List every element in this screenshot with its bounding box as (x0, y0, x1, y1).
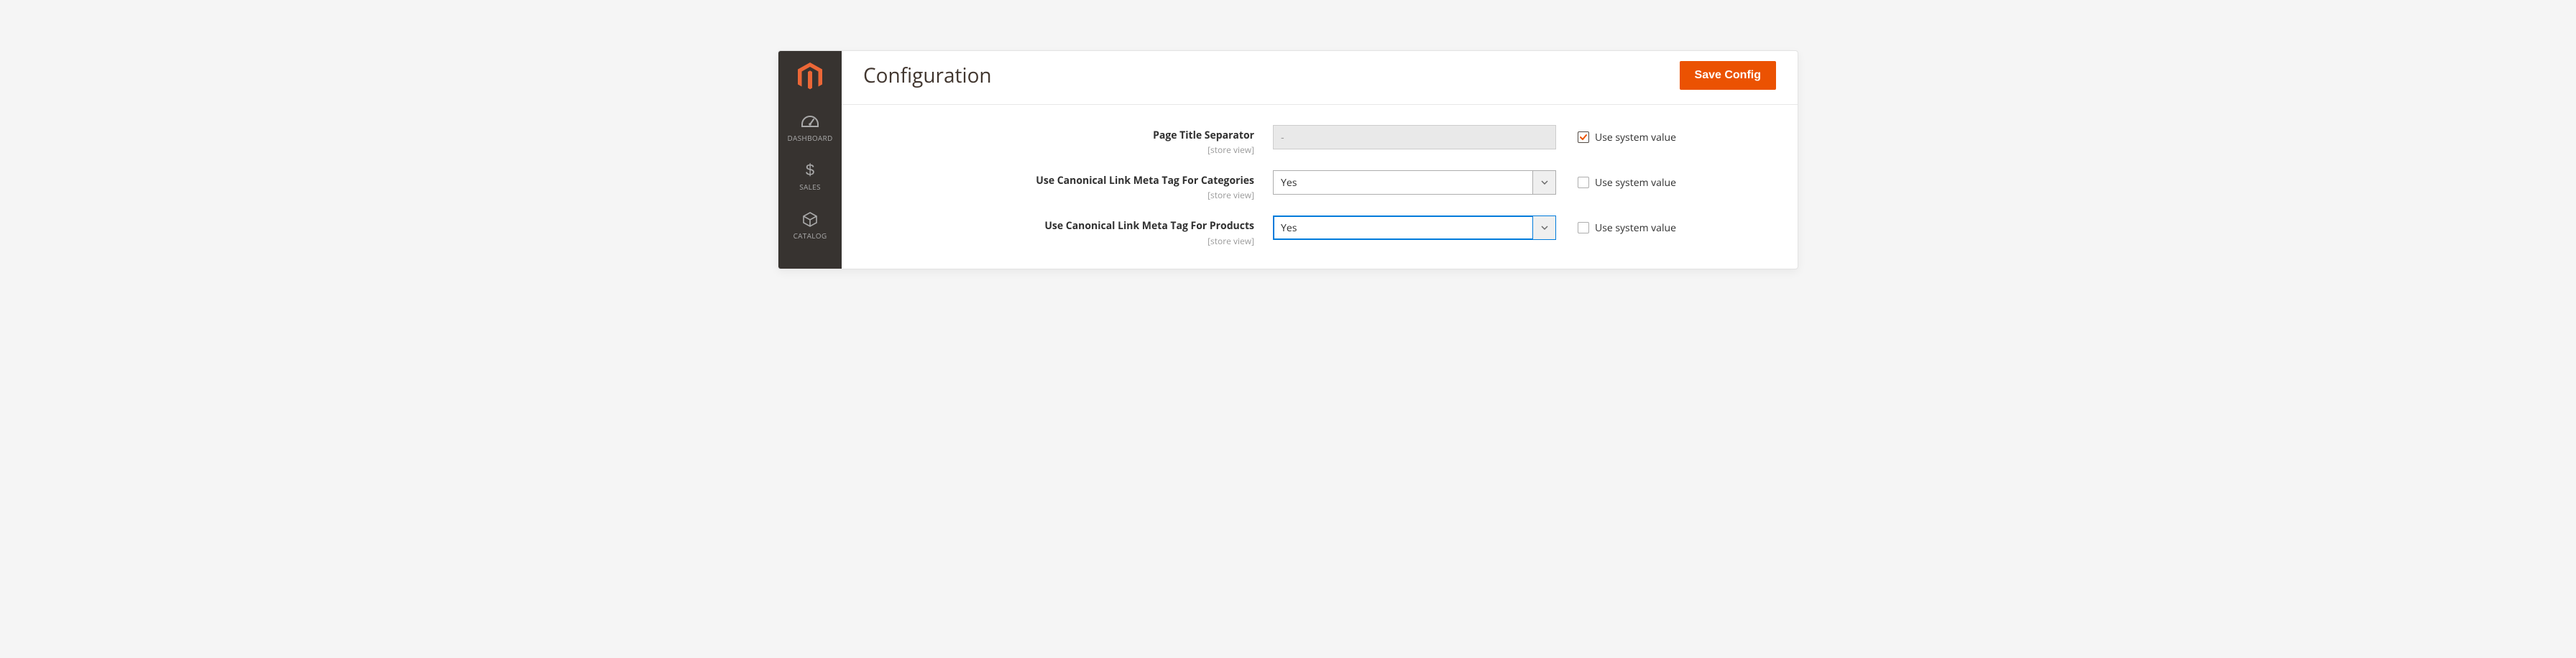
sidebar-item-label: DASHBOARD (787, 133, 832, 143)
use-system-value-label[interactable]: Use system value (1595, 221, 1676, 235)
sidebar-logo[interactable] (778, 51, 842, 103)
page-header: Configuration Save Config (842, 51, 1798, 105)
field-scope: [store view] (863, 235, 1254, 247)
field-control-col (1273, 125, 1556, 149)
use-system-value-checkbox[interactable] (1578, 131, 1589, 143)
admin-panel: DASHBOARD $ SALES CATALOG Configuration (778, 50, 1798, 269)
select-value: Yes (1274, 221, 1532, 235)
sidebar-item-label: SALES (799, 182, 821, 192)
field-label: Use Canonical Link Meta Tag For Categori… (1036, 174, 1254, 187)
field-label-col: Use Canonical Link Meta Tag For Categori… (863, 170, 1273, 201)
admin-sidebar: DASHBOARD $ SALES CATALOG (778, 51, 842, 269)
select-value: Yes (1274, 176, 1532, 190)
page-title: Configuration (863, 62, 992, 89)
use-system-value-checkbox[interactable] (1578, 222, 1589, 233)
canonical-categories-select[interactable]: Yes (1273, 170, 1556, 195)
field-canonical-products: Use Canonical Link Meta Tag For Products… (863, 216, 1776, 246)
gauge-icon (801, 112, 819, 131)
field-scope: [store view] (863, 144, 1254, 156)
field-control-col: Yes (1273, 216, 1556, 240)
field-label: Page Title Separator (1153, 129, 1254, 142)
main-content: Configuration Save Config Page Title Sep… (842, 51, 1798, 269)
use-system-value-label[interactable]: Use system value (1595, 176, 1676, 190)
field-scope: [store view] (863, 189, 1254, 201)
use-system-value-wrap: Use system value (1556, 216, 1676, 240)
sidebar-item-catalog[interactable]: CATALOG (778, 200, 842, 249)
field-control-col: Yes (1273, 170, 1556, 195)
use-system-value-checkbox[interactable] (1578, 177, 1589, 188)
field-label-col: Page Title Separator [store view] (863, 125, 1273, 156)
magento-logo-icon (796, 62, 824, 92)
use-system-value-label[interactable]: Use system value (1595, 131, 1676, 144)
use-system-value-wrap: Use system value (1556, 170, 1676, 195)
sidebar-item-dashboard[interactable]: DASHBOARD (778, 103, 842, 152)
field-page-title-separator: Page Title Separator [store view] Use sy… (863, 125, 1776, 156)
svg-text:$: $ (806, 162, 814, 179)
field-label-col: Use Canonical Link Meta Tag For Products… (863, 216, 1273, 246)
sidebar-item-sales[interactable]: $ SALES (778, 152, 842, 200)
save-config-button[interactable]: Save Config (1680, 61, 1776, 90)
page-title-separator-input[interactable] (1273, 125, 1556, 149)
chevron-down-icon (1532, 171, 1555, 194)
config-form: Page Title Separator [store view] Use sy… (842, 105, 1798, 269)
sidebar-item-label: CATALOG (794, 231, 827, 241)
field-canonical-categories: Use Canonical Link Meta Tag For Categori… (863, 170, 1776, 201)
box-icon (802, 210, 818, 228)
field-label: Use Canonical Link Meta Tag For Products (1044, 219, 1254, 233)
dollar-icon: $ (804, 161, 816, 180)
chevron-down-icon (1532, 216, 1555, 239)
use-system-value-wrap: Use system value (1556, 125, 1676, 149)
canonical-products-select[interactable]: Yes (1273, 216, 1556, 240)
